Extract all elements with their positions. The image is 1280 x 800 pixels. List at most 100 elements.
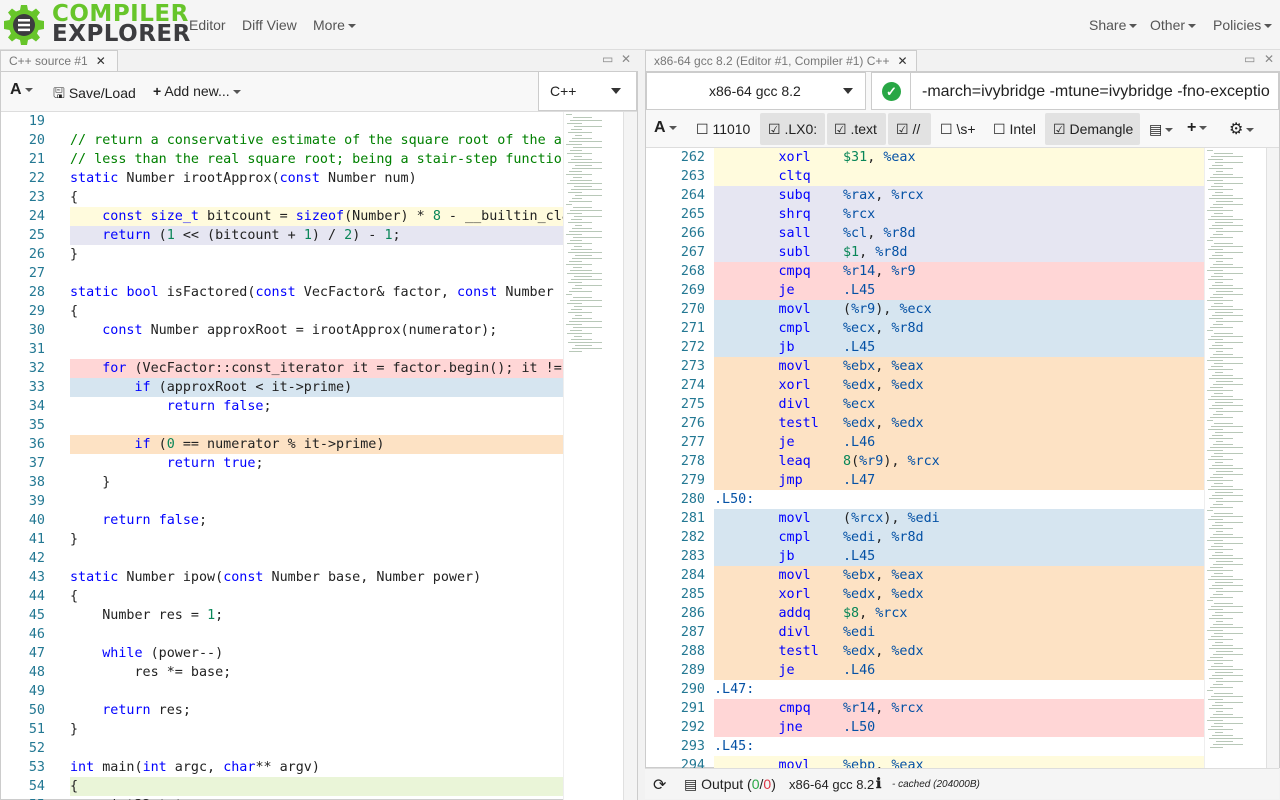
filter-comments[interactable]: ☑ // [896, 121, 920, 138]
source-line[interactable]: 46 [1, 625, 563, 644]
add-new-button[interactable]: + Add new... [153, 83, 241, 99]
nav-policies[interactable]: Policies [1213, 17, 1273, 33]
source-line[interactable]: 44 { [1, 587, 563, 606]
maximize-icon[interactable]: ▭ [602, 52, 613, 66]
asm-line[interactable]: 280 .L50: [646, 490, 1204, 509]
close-icon[interactable]: ✕ [897, 54, 907, 68]
source-line[interactable]: 23 { [1, 188, 563, 207]
asm-line[interactable]: 269 je .L45 [646, 281, 1204, 300]
filter-whitespace[interactable]: ☐ \s+ [940, 121, 976, 138]
asm-line[interactable]: 291 cmpq %r14, %rcx [646, 699, 1204, 718]
source-line[interactable]: 52 [1, 739, 563, 758]
source-line[interactable]: 55 uint32_t t [1, 796, 563, 800]
font-size-button[interactable]: A [10, 81, 33, 99]
asm-line[interactable]: 276 testl %edx, %edx [646, 414, 1204, 433]
source-line[interactable]: 31 [1, 340, 563, 359]
nav-share[interactable]: Share [1089, 17, 1138, 33]
nav-more[interactable]: More [313, 17, 356, 33]
asm-line[interactable]: 284 movl %ebx, %eax [646, 566, 1204, 585]
assembly-scrollbar[interactable] [1266, 148, 1279, 768]
asm-line[interactable]: 286 addq $8, %rcx [646, 604, 1204, 623]
source-line[interactable]: 38 } [1, 473, 563, 492]
nav-editor[interactable]: Editor [189, 17, 226, 33]
font-size-button[interactable]: A [654, 119, 677, 137]
add-tool-button[interactable]: + [1187, 119, 1208, 137]
asm-line[interactable]: 263 cltq [646, 167, 1204, 186]
assembly-output-editor[interactable]: 262 xorl $31, %eax 263 cltq 264 subq %rax… [646, 148, 1204, 768]
source-line[interactable]: 40 return false; [1, 511, 563, 530]
source-line[interactable]: 20 // return a conservative estimate of t… [1, 131, 563, 150]
asm-line[interactable]: 264 subq %rax, %rcx [646, 186, 1204, 205]
maximize-icon[interactable]: ▭ [1244, 52, 1255, 66]
asm-line[interactable]: 278 leaq 8(%r9), %rcx [646, 452, 1204, 471]
source-code-editor[interactable]: 19 20 // return a conservative estimate of… [1, 112, 563, 800]
close-pane-icon[interactable]: ✕ [1264, 52, 1274, 66]
source-line[interactable]: 45 Number res = 1; [1, 606, 563, 625]
asm-line[interactable]: 271 cmpl %ecx, %r8d [646, 319, 1204, 338]
asm-line[interactable]: 267 subl $1, %r8d [646, 243, 1204, 262]
nav-diff-view[interactable]: Diff View [242, 17, 297, 33]
source-line[interactable]: 47 while (power--) [1, 644, 563, 663]
source-line[interactable]: 37 return true; [1, 454, 563, 473]
asm-line[interactable]: 279 jmp .L47 [646, 471, 1204, 490]
asm-line[interactable]: 294 movl %ebp, %eax [646, 756, 1204, 768]
close-icon[interactable]: ✕ [96, 54, 106, 68]
compiler-options-input[interactable]: -march=ivybridge -mtune=ivybridge -fno-e… [910, 72, 1279, 110]
asm-line[interactable]: 277 je .L46 [646, 433, 1204, 452]
source-line[interactable]: 42 [1, 549, 563, 568]
compile-status[interactable]: ✓ [871, 72, 911, 110]
close-pane-icon[interactable]: ✕ [621, 52, 631, 66]
source-line[interactable]: 19 [1, 112, 563, 131]
asm-line[interactable]: 274 xorl %edx, %edx [646, 376, 1204, 395]
asm-line[interactable]: 287 divl %edi [646, 623, 1204, 642]
source-line[interactable]: 21 // less than the real square root; bei… [1, 150, 563, 169]
source-line[interactable]: 49 [1, 682, 563, 701]
source-line[interactable]: 22 static Number irootApprox(const Number… [1, 169, 563, 188]
asm-line[interactable]: 265 shrq %rcx [646, 205, 1204, 224]
source-line[interactable]: 51} [1, 720, 563, 739]
compiler-select[interactable]: x86-64 gcc 8.2 [646, 72, 866, 110]
source-line[interactable]: 35 [1, 416, 563, 435]
source-line[interactable]: 43 static Number ipow(const Number base, … [1, 568, 563, 587]
source-line[interactable]: 30 const Number approxRoot = irootApprox… [1, 321, 563, 340]
asm-line[interactable]: 275 divl %ecx [646, 395, 1204, 414]
source-scrollbar[interactable] [623, 112, 637, 800]
source-line[interactable]: 34 return false; [1, 397, 563, 416]
asm-line[interactable]: 289 je .L46 [646, 661, 1204, 680]
source-line[interactable]: 50 return res; [1, 701, 563, 720]
tab-cpp-source[interactable]: C++ source #1 ✕ [0, 50, 118, 71]
filter-lx0[interactable]: ☑ .LX0: [768, 121, 817, 138]
source-line[interactable]: 41} [1, 530, 563, 549]
filter-binary[interactable]: ☐ 11010 [696, 121, 750, 138]
source-line[interactable]: 54 { [1, 777, 563, 796]
source-line[interactable]: 32 for (VecFactor::const_iterator it = f… [1, 359, 563, 378]
asm-line[interactable]: 266 sall %cl, %r8d [646, 224, 1204, 243]
asm-line[interactable]: 268 cmpq %r14, %r9 [646, 262, 1204, 281]
filter-intel[interactable]: ☐ Intel [993, 121, 1036, 138]
source-line[interactable]: 24 const size_t bitcount = sizeof(Number… [1, 207, 563, 226]
asm-line[interactable]: 281 movl (%rcx), %edi [646, 509, 1204, 528]
source-line[interactable]: 48 res *= base; [1, 663, 563, 682]
asm-line[interactable]: 273 movl %ebx, %eax [646, 357, 1204, 376]
compiler-explorer-logo-icon[interactable] [2, 3, 46, 47]
source-minimap[interactable] [563, 112, 623, 800]
asm-line[interactable]: 288 testl %edx, %edx [646, 642, 1204, 661]
asm-line[interactable]: 285 xorl %edx, %edx [646, 585, 1204, 604]
output-button[interactable]: ▤ Output (0/0) [684, 776, 776, 793]
source-line[interactable]: 39 [1, 492, 563, 511]
assembly-minimap[interactable] [1204, 148, 1266, 768]
source-line[interactable]: 33 if (approxRoot < it->prime) [1, 378, 563, 397]
source-line[interactable]: 53 int main(int argc, char** argv) [1, 758, 563, 777]
brand-name[interactable]: COMPILER EXPLORER [52, 3, 191, 46]
asm-line[interactable]: 283 jb .L45 [646, 547, 1204, 566]
source-line[interactable]: 25 return (1 << (bitcount + 1) / 2) - 1; [1, 226, 563, 245]
source-line[interactable]: 28 static bool isFactored(const VecFactor… [1, 283, 563, 302]
asm-line[interactable]: 292 jne .L50 [646, 718, 1204, 737]
asm-line[interactable]: 290 .L47: [646, 680, 1204, 699]
asm-line[interactable]: 293 .L45: [646, 737, 1204, 756]
info-icon[interactable]: ℹ [876, 775, 881, 792]
asm-line[interactable]: 262 xorl $31, %eax [646, 148, 1204, 167]
asm-line[interactable]: 270 movl (%r9), %ecx [646, 300, 1204, 319]
refresh-icon[interactable]: ⟳ [653, 775, 666, 795]
libraries-button[interactable]: ▤ [1149, 121, 1174, 138]
